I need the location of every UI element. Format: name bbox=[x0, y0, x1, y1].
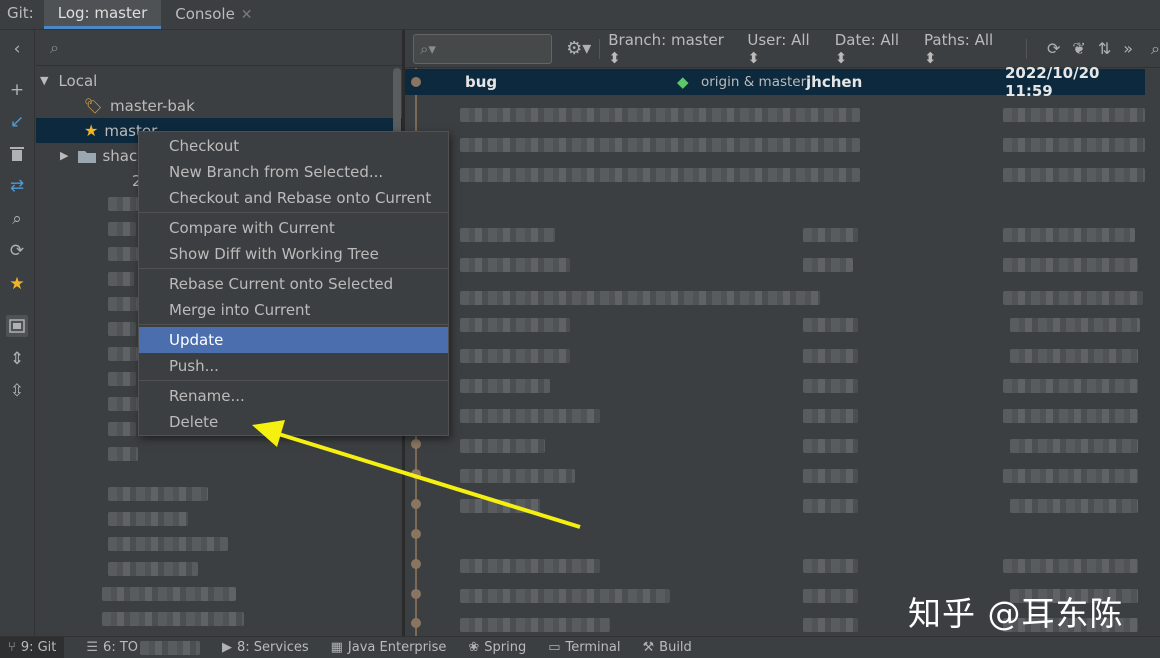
tab-build[interactable]: ⚒ Build bbox=[643, 640, 692, 655]
todo-list-icon: ☰ bbox=[86, 640, 99, 655]
services-icon: ▶ bbox=[222, 640, 233, 655]
watermark: 知乎 @耳东陈 bbox=[908, 594, 1124, 633]
tab-git-label: 9: Git bbox=[20, 640, 57, 655]
annotation-arrow bbox=[252, 420, 581, 529]
tab-terminal[interactable]: ▭ Terminal bbox=[548, 640, 620, 655]
tab-git[interactable]: ⑂ 9: Git bbox=[0, 636, 65, 658]
annotation-arrow-head bbox=[252, 420, 285, 447]
tab-todo-label: 6: TO bbox=[103, 640, 139, 655]
tab-services[interactable]: ▶ 8: Services bbox=[222, 640, 309, 655]
build-icon: ⚒ bbox=[642, 640, 655, 655]
git-branch-icon: ⑂ bbox=[8, 640, 16, 655]
tab-java-enterprise[interactable]: ▦ Java Enterprise bbox=[331, 640, 447, 655]
tab-todo[interactable]: ☰ 6: TO bbox=[86, 640, 201, 655]
terminal-icon: ▭ bbox=[548, 640, 561, 655]
tool-window-bar: ⑂ 9: Git ☰ 6: TO ▶ 8: Services ▦ Java Enterp… bbox=[0, 636, 1160, 658]
tab-terminal-label: Terminal bbox=[565, 640, 621, 655]
tab-java-enterprise-label: Java Enterprise bbox=[347, 640, 447, 655]
annotation-arrow-shaft bbox=[271, 430, 581, 529]
tab-spring[interactable]: ❀ Spring bbox=[468, 640, 526, 655]
tab-build-label: Build bbox=[659, 640, 692, 655]
java-enterprise-icon: ▦ bbox=[330, 640, 343, 655]
blurred-text bbox=[140, 640, 201, 655]
spring-icon: ❀ bbox=[468, 640, 480, 655]
tab-spring-label: Spring bbox=[484, 640, 527, 655]
tab-services-label: 8: Services bbox=[237, 640, 309, 655]
